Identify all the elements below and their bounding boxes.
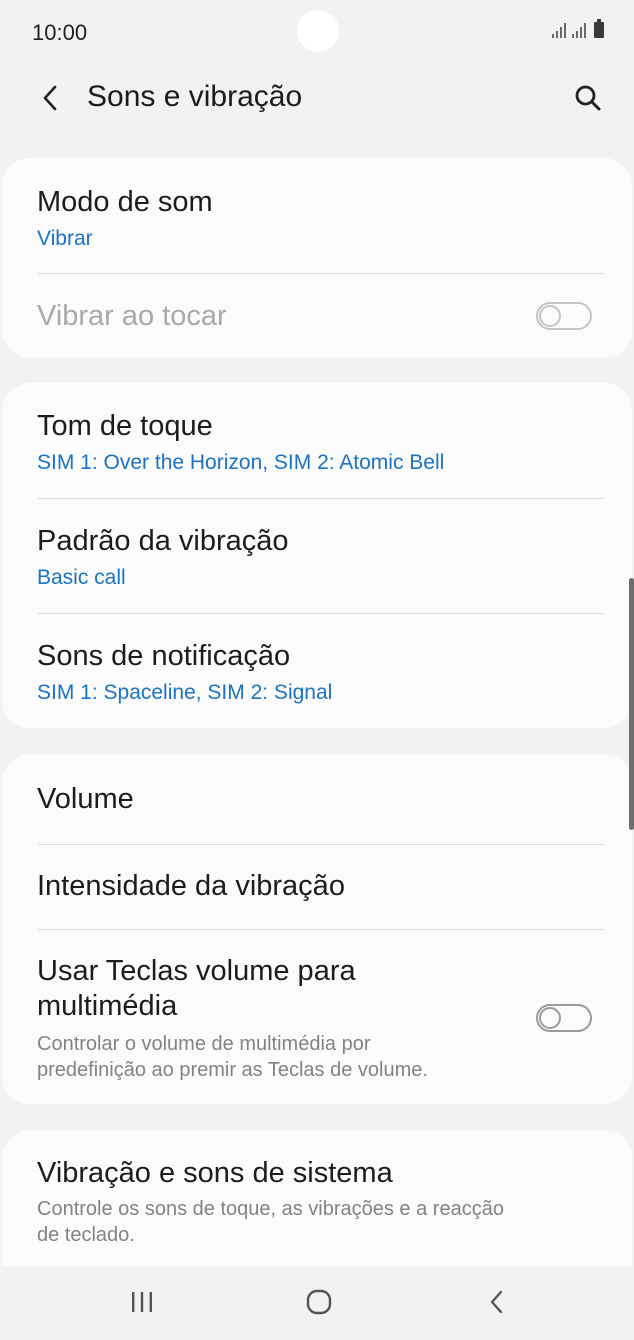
vibrar-ao-tocar-title: Vibrar ao tocar [37,300,227,332]
tom-de-toque-value: SIM 1: Over the Horizon, SIM 2: Atomic B… [37,451,445,474]
volume-title: Volume [37,783,134,815]
settings-card-sound-mode: Modo de som Vibrar Vibrar ao tocar [2,158,632,358]
search-icon [575,85,601,111]
intensidade-vibracao-item[interactable]: Intensidade da vibração [2,845,632,929]
padrao-vibracao-item[interactable]: Padrão da vibração Basic call [2,499,632,613]
vibracao-sons-sistema-item[interactable]: Vibração e sons de sistema Controle os s… [2,1130,632,1266]
settings-card-system: Vibração e sons de sistema Controle os s… [2,1130,632,1266]
teclas-volume-item[interactable]: Usar Teclas volume para multimédia Contr… [2,930,632,1104]
teclas-volume-desc-line2: predefinição ao premir as Teclas de volu… [37,1059,428,1081]
vibracao-sons-sistema-desc-line1: Controle os sons de toque, as vibrações … [37,1198,504,1220]
modo-de-som-title: Modo de som [37,186,213,218]
vibrar-ao-tocar-toggle[interactable] [536,302,592,330]
back-button[interactable] [30,76,70,120]
back-icon [490,1290,503,1314]
padrao-vibracao-value: Basic call [37,566,126,589]
teclas-volume-desc-line1: Controlar o volume de multimédia por [37,1033,371,1055]
sons-notificacao-value: SIM 1: Spaceline, SIM 2: Signal [37,681,333,704]
vibracao-sons-sistema-desc-line2: de teclado. [37,1224,135,1246]
status-bar: 10:00 [0,0,634,66]
vibrar-ao-tocar-item[interactable]: Vibrar ao tocar [2,274,632,358]
home-icon [306,1289,332,1315]
toggle-knob [539,305,561,327]
tom-de-toque-title: Tom de toque [37,410,213,442]
search-button[interactable] [566,76,610,120]
scrollbar[interactable] [629,578,634,830]
app-bar: Sons e vibração [0,66,634,130]
toggle-knob [539,1007,561,1029]
signal-icon-sim1 [552,22,566,38]
page-title: Sons e vibração [87,80,303,113]
nav-back-button[interactable] [462,1280,532,1324]
teclas-volume-title-line1: Usar Teclas volume para [37,955,356,987]
intensidade-vibracao-title: Intensidade da vibração [37,870,345,902]
sons-notificacao-item[interactable]: Sons de notificação SIM 1: Spaceline, SI… [2,614,632,728]
teclas-volume-toggle[interactable] [536,1004,592,1032]
teclas-volume-title-line2: multimédia [37,990,178,1022]
battery-icon [594,19,604,38]
home-button[interactable] [284,1280,354,1324]
status-time: 10:00 [32,20,88,45]
chevron-left-icon [43,85,57,111]
signal-icon-sim2 [572,22,586,38]
recents-button[interactable] [107,1280,177,1324]
volume-item[interactable]: Volume [2,754,632,844]
recents-icon [132,1292,152,1312]
modo-de-som-item[interactable]: Modo de som Vibrar [2,158,632,273]
status-icons [552,19,604,38]
modo-de-som-value: Vibrar [37,227,93,250]
padrao-vibracao-title: Padrão da vibração [37,525,289,557]
vibracao-sons-sistema-title: Vibração e sons de sistema [37,1157,393,1189]
camera-cutout [297,10,339,52]
settings-card-ringtones: Tom de toque SIM 1: Over the Horizon, SI… [2,383,632,728]
navigation-bar [0,1266,634,1340]
sons-notificacao-title: Sons de notificação [37,640,291,672]
settings-card-volume: Volume Intensidade da vibração Usar Tecl… [2,754,632,1104]
tom-de-toque-item[interactable]: Tom de toque SIM 1: Over the Horizon, SI… [2,383,632,498]
